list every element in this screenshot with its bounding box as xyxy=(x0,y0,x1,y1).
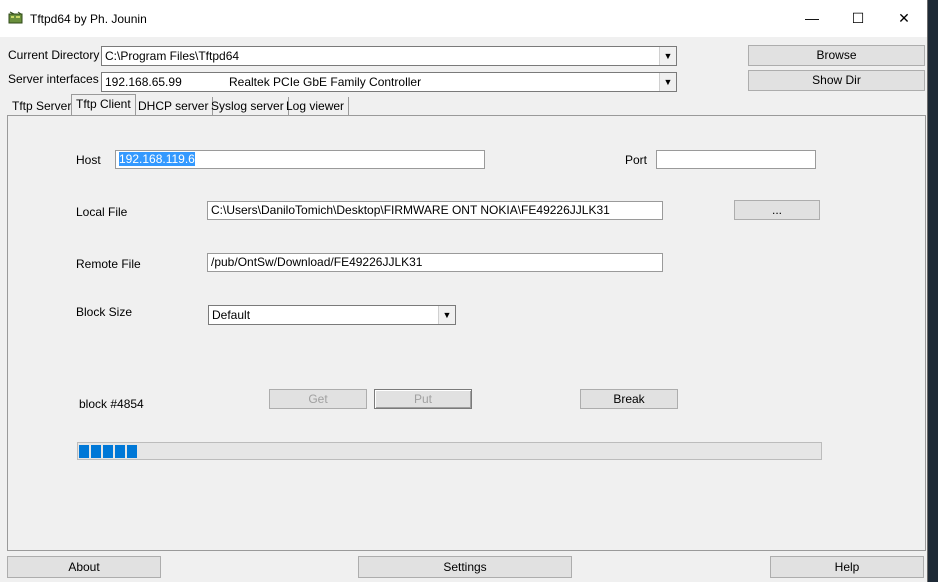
maximize-button[interactable]: ☐ xyxy=(835,0,881,37)
local-file-input[interactable]: C:\Users\DaniloTomich\Desktop\FIRMWARE O… xyxy=(207,201,663,220)
current-directory-label: Current Directory xyxy=(8,48,100,62)
close-button[interactable]: ✕ xyxy=(881,0,927,37)
tab-tftp-server[interactable]: Tftp Server xyxy=(8,97,77,115)
window-title: Tftpd64 by Ph. Jounin xyxy=(30,12,147,26)
progress-chunk xyxy=(79,445,89,458)
progress-chunk xyxy=(115,445,125,458)
current-directory-value: C:\Program Files\Tftpd64 xyxy=(105,49,240,63)
help-button[interactable]: Help xyxy=(770,556,924,578)
get-button[interactable]: Get xyxy=(269,389,367,409)
chevron-down-icon[interactable]: ▼ xyxy=(659,47,676,65)
remote-file-input[interactable]: /pub/OntSw/Download/FE49226JJLK31 xyxy=(207,253,663,272)
current-directory-select[interactable]: C:\Program Files\Tftpd64 ▼ xyxy=(101,46,677,66)
show-dir-button[interactable]: Show Dir xyxy=(748,70,925,91)
transfer-progress-bar xyxy=(77,442,822,460)
server-interface-adapter: Realtek PCIe GbE Family Controller xyxy=(229,75,422,89)
server-interfaces-label: Server interfaces xyxy=(8,72,99,86)
progress-chunk xyxy=(127,445,137,458)
block-size-label: Block Size xyxy=(76,305,133,319)
chevron-down-icon[interactable]: ▼ xyxy=(438,306,455,324)
port-input[interactable] xyxy=(656,150,816,169)
browse-button[interactable]: Browse xyxy=(748,45,925,66)
tftp-client-panel xyxy=(7,115,926,551)
chevron-down-icon[interactable]: ▼ xyxy=(659,73,676,91)
block-size-select[interactable]: Default ▼ xyxy=(208,305,456,325)
remote-file-label: Remote File xyxy=(76,257,141,271)
host-value: 192.168.119.6 xyxy=(119,152,195,166)
tab-log-viewer[interactable]: Log viewer xyxy=(282,97,350,115)
transfer-status: block #4854 xyxy=(79,397,144,411)
block-size-value: Default xyxy=(212,308,251,322)
app-icon xyxy=(8,11,23,24)
server-interface-ip: 192.168.65.99 xyxy=(105,75,182,89)
browse-local-file-button[interactable]: ... xyxy=(734,200,820,220)
footer-bar: About Settings Help xyxy=(0,553,927,582)
about-button[interactable]: About xyxy=(7,556,161,578)
tab-tftp-client[interactable]: Tftp Client xyxy=(71,94,136,117)
server-interfaces-select[interactable]: 192.168.65.99 Realtek PCIe GbE Family Co… xyxy=(101,72,677,92)
tab-dhcp-server[interactable]: DHCP server xyxy=(134,97,214,115)
host-label: Host xyxy=(76,153,101,167)
put-button[interactable]: Put xyxy=(374,389,472,409)
settings-button[interactable]: Settings xyxy=(358,556,572,578)
tab-syslog-server[interactable]: Syslog server xyxy=(207,97,289,115)
progress-chunk xyxy=(91,445,101,458)
host-input[interactable]: 192.168.119.6 xyxy=(115,150,485,169)
minimize-button[interactable]: — xyxy=(789,0,835,37)
port-label: Port xyxy=(625,153,648,167)
break-button[interactable]: Break xyxy=(580,389,678,409)
tftpd64-window: Tftpd64 by Ph. Jounin — ☐ ✕ Current Dire… xyxy=(0,0,928,582)
local-file-label: Local File xyxy=(76,205,128,219)
title-bar[interactable]: Tftpd64 by Ph. Jounin — ☐ ✕ xyxy=(0,0,927,37)
progress-chunk xyxy=(103,445,113,458)
